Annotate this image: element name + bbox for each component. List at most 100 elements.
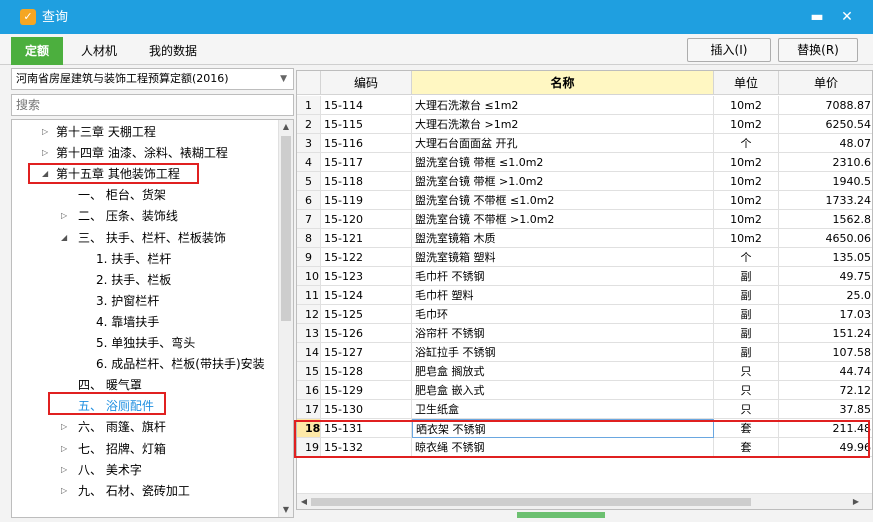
tree-node[interactable]: 1. 扶手、栏杆 (96, 249, 171, 269)
cell-unit: 只 (714, 381, 779, 400)
collapse-arrow-icon[interactable]: ◢ (61, 228, 71, 248)
cell-price: 7088.87 (779, 96, 872, 115)
expand-arrow-icon[interactable]: ▷ (61, 460, 71, 480)
scroll-left-icon[interactable]: ◀ (297, 494, 311, 509)
table-row[interactable]: 10 15-123 毛巾杆 不锈钢副 49.75 (297, 267, 872, 286)
quota-set-select[interactable]: 河南省房屋建筑与装饰工程预算定额(2016) ▼ (11, 68, 294, 90)
cell-idx: 17 (297, 400, 321, 419)
cell-idx: 16 (297, 381, 321, 400)
tree-node[interactable]: 一、 柜台、货架 (78, 185, 166, 205)
cell-name: 浴缸拉手 不锈钢 (412, 343, 714, 362)
tree-node[interactable]: 第十三章 天棚工程 (56, 122, 156, 142)
cell-name: 毛巾杆 不锈钢 (412, 267, 714, 286)
table-row[interactable]: 14 15-127 浴缸拉手 不锈钢副 107.58 (297, 343, 872, 362)
cell-unit: 副 (714, 324, 779, 343)
bottom-splitter-handle[interactable] (517, 512, 605, 518)
header-index (297, 71, 321, 95)
scroll-down-icon[interactable]: ▼ (279, 503, 293, 517)
cell-code: 15-120 (321, 210, 412, 229)
cell-code: 15-119 (321, 191, 412, 210)
table-row[interactable]: 17 15-130 卫生纸盒只 37.85 (297, 400, 872, 419)
cell-name: 大理石洗漱台 >1m2 (412, 115, 714, 134)
expand-arrow-icon[interactable]: ▷ (61, 206, 71, 226)
search-box[interactable] (11, 94, 294, 116)
cell-price: 2310.6 (779, 153, 872, 172)
cell-idx: 13 (297, 324, 321, 343)
left-panel: 河南省房屋建筑与装饰工程预算定额(2016) ▼ ▲ ▼ ▷第十三章 天棚工程▷… (11, 68, 294, 518)
table-row[interactable]: 1 15-114 大理石洗漱台 ≤1m2 10m2 7088.87 (297, 96, 872, 115)
table-row[interactable]: 16 15-129 肥皂盒 嵌入式只 72.12 (297, 381, 872, 400)
header-code[interactable]: 编码 (321, 71, 412, 95)
cell-name: 盥洗室镜箱 木质 (412, 229, 714, 248)
table-row[interactable]: 11 15-124 毛巾杆 塑料副 25.0 (297, 286, 872, 305)
table-row[interactable]: 4 15-117 盥洗室台镜 带框 ≤1.0m2 10m2 2310.6 (297, 153, 872, 172)
scroll-right-icon[interactable]: ▶ (849, 494, 863, 509)
tree-node[interactable]: 5. 单独扶手、弯头 (96, 333, 195, 353)
table-row[interactable]: 2 15-115 大理石洗漱台 >1m2 10m2 6250.54 (297, 115, 872, 134)
table-row[interactable]: 9 15-122 盥洗室镜箱 塑料个 135.05 (297, 248, 872, 267)
cell-code: 15-129 (321, 381, 412, 400)
tree-node[interactable]: 2. 扶手、栏板 (96, 270, 171, 290)
expand-arrow-icon[interactable]: ▷ (42, 122, 52, 142)
cell-code: 15-121 (321, 229, 412, 248)
tab-my-data[interactable]: 我的数据 (136, 37, 210, 65)
table-row[interactable]: 8 15-121 盥洗室镜箱 木质 10m2 4650.06 (297, 229, 872, 248)
tree-node[interactable]: 三、 扶手、栏杆、栏板装饰 (78, 228, 226, 248)
cell-code: 15-127 (321, 343, 412, 362)
insert-button[interactable]: 插入(I) (687, 38, 771, 62)
table-row[interactable]: 7 15-120 盥洗室台镜 不带框 >1.0m2 10m2 1562.8 (297, 210, 872, 229)
table-row[interactable]: 3 15-116 大理石台面面盆 开孔个 48.07 (297, 134, 872, 153)
tab-quota[interactable]: 定额 (11, 37, 63, 65)
cell-name: 盥洗室台镜 带框 >1.0m2 (412, 172, 714, 191)
table-row[interactable]: 5 15-118 盥洗室台镜 带框 >1.0m2 10m2 1940.5 (297, 172, 872, 191)
cell-name: 肥皂盒 搁放式 (412, 362, 714, 381)
tree-node[interactable]: 3. 护窗栏杆 (96, 291, 159, 311)
cell-price: 72.12 (779, 381, 872, 400)
expand-arrow-icon[interactable]: ▷ (61, 481, 71, 501)
cell-price: 37.85 (779, 400, 872, 419)
tree-node[interactable]: 第十四章 油漆、涂料、裱糊工程 (56, 143, 228, 163)
tree-scrollbar[interactable]: ▲ ▼ (278, 120, 293, 517)
close-button[interactable]: ✕ (837, 8, 857, 26)
table-row[interactable]: 13 15-126 浴帘杆 不锈钢副 151.24 (297, 324, 872, 343)
table-row[interactable]: 15 15-128 肥皂盒 搁放式只 44.74 (297, 362, 872, 381)
cell-code: 15-114 (321, 96, 412, 115)
tree-node[interactable]: 八、 美术字 (78, 460, 142, 480)
expand-arrow-icon[interactable]: ▷ (61, 417, 71, 437)
cell-name: 盥洗室镜箱 塑料 (412, 248, 714, 267)
title-bar[interactable]: ✓ 查询 ▬ ✕ (0, 0, 873, 34)
tree-node[interactable]: 九、 石材、瓷砖加工 (78, 481, 190, 501)
cell-code: 15-124 (321, 286, 412, 305)
table-scroll-thumb[interactable] (311, 498, 751, 506)
cell-price: 1733.24 (779, 191, 872, 210)
cell-price: 151.24 (779, 324, 872, 343)
cell-code: 15-115 (321, 115, 412, 134)
replace-button[interactable]: 替换(R) (778, 38, 858, 62)
window-title: 查询 (42, 10, 69, 25)
cell-unit: 个 (714, 248, 779, 267)
tab-labor-material-machine[interactable]: 人材机 (68, 37, 130, 65)
header-unit[interactable]: 单位 (714, 71, 779, 95)
cell-price: 48.07 (779, 134, 872, 153)
tree-node[interactable]: 七、 招牌、灯箱 (78, 439, 166, 459)
tree-node[interactable]: 六、 雨篷、旗杆 (78, 417, 166, 437)
tree-node[interactable]: 6. 成品栏杆、栏板(带扶手)安装 (96, 354, 265, 374)
tree-node[interactable]: 二、 压条、装饰线 (78, 206, 178, 226)
tree-scroll-thumb[interactable] (281, 136, 291, 321)
table-hscrollbar[interactable]: ◀ ▶ (297, 493, 872, 509)
highlight-chapter-15 (28, 163, 199, 184)
cell-unit: 副 (714, 343, 779, 362)
table-row[interactable]: 6 15-119 盥洗室台镜 不带框 ≤1.0m2 10m2 1733.24 (297, 191, 872, 210)
expand-arrow-icon[interactable]: ▷ (61, 439, 71, 459)
expand-arrow-icon[interactable]: ▷ (42, 143, 52, 163)
scroll-up-icon[interactable]: ▲ (279, 120, 293, 134)
header-price[interactable]: 单价 (779, 71, 872, 95)
minimize-button[interactable]: ▬ (807, 8, 827, 26)
search-input[interactable] (16, 96, 286, 114)
cell-name: 毛巾杆 塑料 (412, 286, 714, 305)
cell-code: 15-123 (321, 267, 412, 286)
quota-set-value: 河南省房屋建筑与装饰工程预算定额(2016) (16, 72, 229, 85)
header-name[interactable]: 名称 (412, 71, 714, 95)
table-row[interactable]: 12 15-125 毛巾环副 17.03 (297, 305, 872, 324)
tree-node[interactable]: 4. 靠墙扶手 (96, 312, 159, 332)
